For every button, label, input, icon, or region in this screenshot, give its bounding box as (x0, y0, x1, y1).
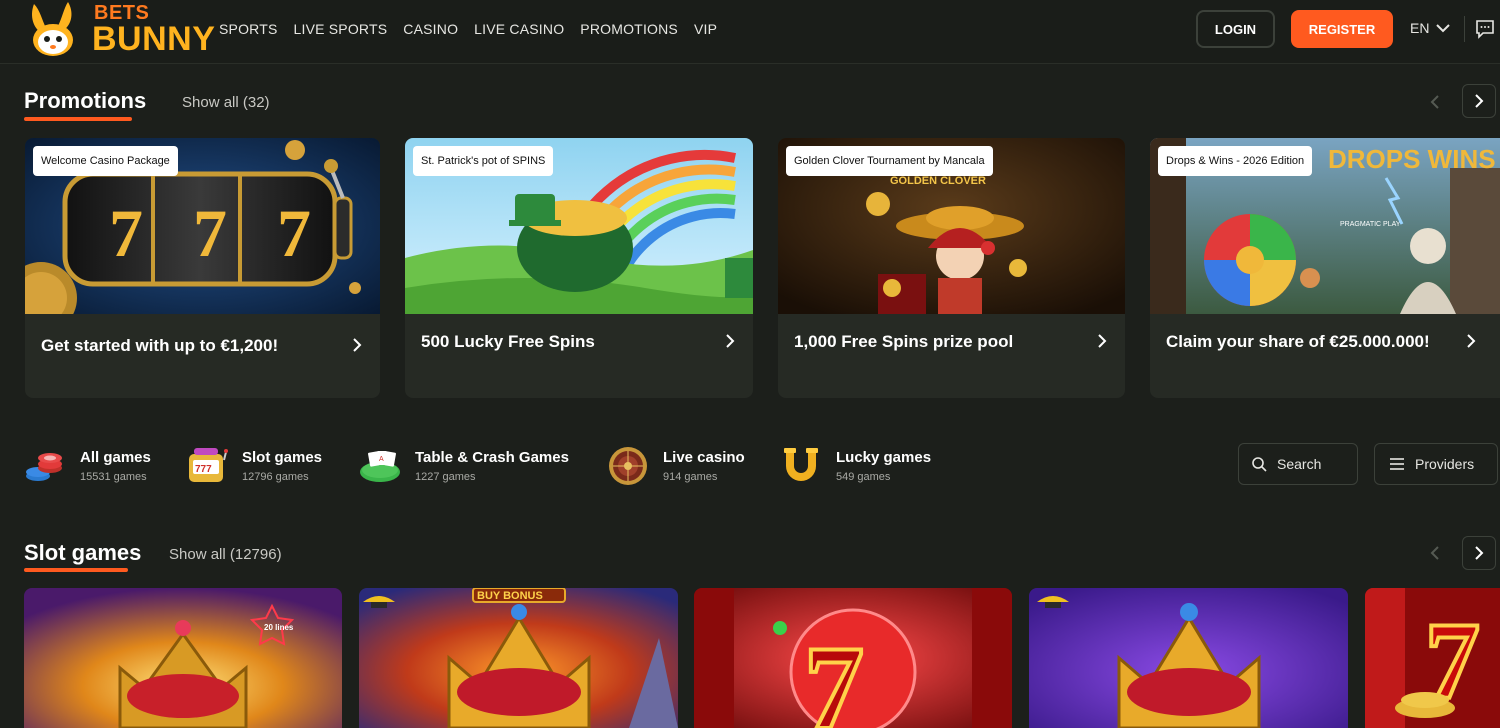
chevron-down-icon (1436, 24, 1451, 33)
category-count: 549 games (836, 470, 891, 483)
header-divider (1464, 16, 1465, 42)
chevron-right-icon (1467, 334, 1476, 348)
crown-game-art (1029, 588, 1348, 728)
promo-card-drops-wins[interactable]: DROPS WINS PRAGMATIC PLAY Drops & Wins -… (1150, 138, 1500, 398)
promotions-underline (24, 117, 132, 121)
roulette-icon (609, 447, 647, 485)
game-tile[interactable]: 20 lines (24, 588, 342, 728)
games-search-button[interactable]: Search (1238, 443, 1358, 485)
chevron-right-icon (1098, 334, 1107, 348)
nav-casino[interactable]: CASINO (403, 20, 458, 38)
promo-tag: Golden Clover Tournament by Mancala (786, 146, 993, 176)
seven-game-art: 7 (694, 588, 1012, 728)
bunny-logo-icon (32, 2, 73, 56)
chevron-left-icon (1430, 546, 1439, 560)
promo-title: Claim your share of €25.000.000! (1166, 332, 1430, 351)
svg-text:7: 7 (277, 195, 311, 271)
promo-card-st-patricks[interactable]: St. Patrick's pot of SPINS 500 Lucky Fre… (405, 138, 753, 398)
slot-machine-icon: 777 (189, 448, 228, 482)
svg-text:7: 7 (804, 621, 864, 728)
promo-title: Get started with up to €1,200! (41, 336, 279, 355)
promo-card-golden-clover[interactable]: GOLDEN CLOVER Golden Clover Tournament b… (778, 138, 1125, 398)
slot-games-prev-button[interactable] (1420, 536, 1450, 570)
logo-text-bottom: BUNNY (92, 20, 216, 58)
login-button[interactable]: LOGIN (1196, 10, 1275, 48)
search-label: Search (1277, 456, 1322, 472)
svg-text:7: 7 (193, 195, 227, 271)
nav-sports[interactable]: SPORTS (219, 20, 278, 38)
category-name: Slot games (242, 448, 323, 466)
nav-live-casino[interactable]: LIVE CASINO (474, 20, 564, 38)
promotions-title: Promotions (24, 88, 147, 113)
crown-game-art: BUY BONUS (359, 588, 678, 728)
chevron-right-icon (1475, 94, 1484, 108)
game-tile[interactable]: 7 (694, 588, 1012, 728)
category-lucky-games[interactable]: Lucky games 549 games (780, 446, 931, 486)
game-tile[interactable]: BUY BONUS (359, 588, 678, 728)
providers-label: Providers (1415, 456, 1475, 472)
category-name: Lucky games (836, 448, 932, 466)
category-name: Table & Crash Games (415, 448, 569, 466)
promo-tag: Welcome Casino Package (33, 146, 178, 176)
game-tile[interactable] (1029, 588, 1348, 728)
top-header: BETS BUNNY SPORTS LIVE SPORTS CASINO LIV… (0, 0, 1500, 64)
golden-clover-label: GOLDEN CLOVER (890, 175, 986, 187)
nav-vip[interactable]: VIP (694, 20, 717, 38)
nav-live-sports[interactable]: LIVE SPORTS (294, 20, 388, 38)
category-all-games[interactable]: All games 15531 games (24, 446, 151, 486)
game-tile[interactable]: 7 (1365, 588, 1500, 728)
horseshoe-icon (784, 448, 818, 481)
category-name: Live casino (663, 448, 745, 466)
search-icon (1252, 457, 1267, 472)
seven-game-art: 7 (1365, 588, 1500, 728)
slot-games-show-all[interactable]: Show all (12796) (169, 546, 282, 564)
slot-games-next-button[interactable] (1462, 536, 1496, 570)
promo-title: 1,000 Free Spins prize pool (794, 332, 1014, 351)
lines-badge: 20 lines (264, 623, 294, 632)
chevron-left-icon (1430, 95, 1439, 109)
category-table-crash[interactable]: A Table & Crash Games 1227 games (359, 446, 569, 486)
promo-tag: St. Patrick's pot of SPINS (413, 146, 554, 176)
category-count: 15531 games (80, 470, 147, 483)
promo-title: 500 Lucky Free Spins (421, 332, 595, 351)
svg-text:A: A (379, 456, 384, 463)
menu-icon (1390, 458, 1404, 470)
svg-text:7: 7 (109, 195, 143, 271)
cards-table-icon: A (360, 451, 400, 482)
category-count: 1227 games (415, 470, 476, 483)
promotions-show-all[interactable]: Show all (32) (182, 94, 270, 112)
promo-tag: Drops & Wins - 2026 Edition (1158, 146, 1313, 176)
drops-wins-label: DROPS WINS (1328, 144, 1496, 174)
providers-button[interactable]: Providers (1374, 443, 1498, 485)
category-count: 914 games (663, 470, 718, 483)
slot-games-title: Slot games (24, 540, 142, 565)
site-logo[interactable]: BETS BUNNY (24, 0, 215, 58)
pragmatic-play-label: PRAGMATIC PLAY (1340, 221, 1401, 228)
register-button[interactable]: REGISTER (1291, 10, 1393, 48)
category-name: All games (80, 448, 151, 466)
chevron-right-icon (353, 338, 362, 352)
svg-text:777: 777 (195, 464, 212, 475)
category-slot-games[interactable]: 777 Slot games 12796 games (186, 446, 322, 486)
promo-card-welcome[interactable]: 7 7 7 Welcome Casino Package Get started… (25, 138, 380, 398)
buy-bonus-banner: BUY BONUS (477, 590, 543, 602)
main-nav: SPORTS LIVE SPORTS CASINO LIVE CASINO PR… (219, 20, 733, 38)
nav-promotions[interactable]: PROMOTIONS (580, 20, 678, 38)
category-count: 12796 games (242, 470, 309, 483)
language-label: EN (1410, 20, 1430, 36)
promotions-prev-button[interactable] (1420, 85, 1450, 119)
chevron-right-icon (1475, 546, 1484, 560)
chips-icon (26, 453, 62, 481)
chevron-right-icon (726, 334, 735, 348)
promotions-next-button[interactable] (1462, 84, 1496, 118)
language-selector[interactable]: EN (1410, 20, 1451, 36)
category-live-casino[interactable]: Live casino 914 games (607, 446, 745, 486)
crown-game-art: 20 lines (24, 588, 342, 728)
slot-games-underline (24, 568, 128, 572)
chat-icon[interactable] (1475, 19, 1495, 39)
